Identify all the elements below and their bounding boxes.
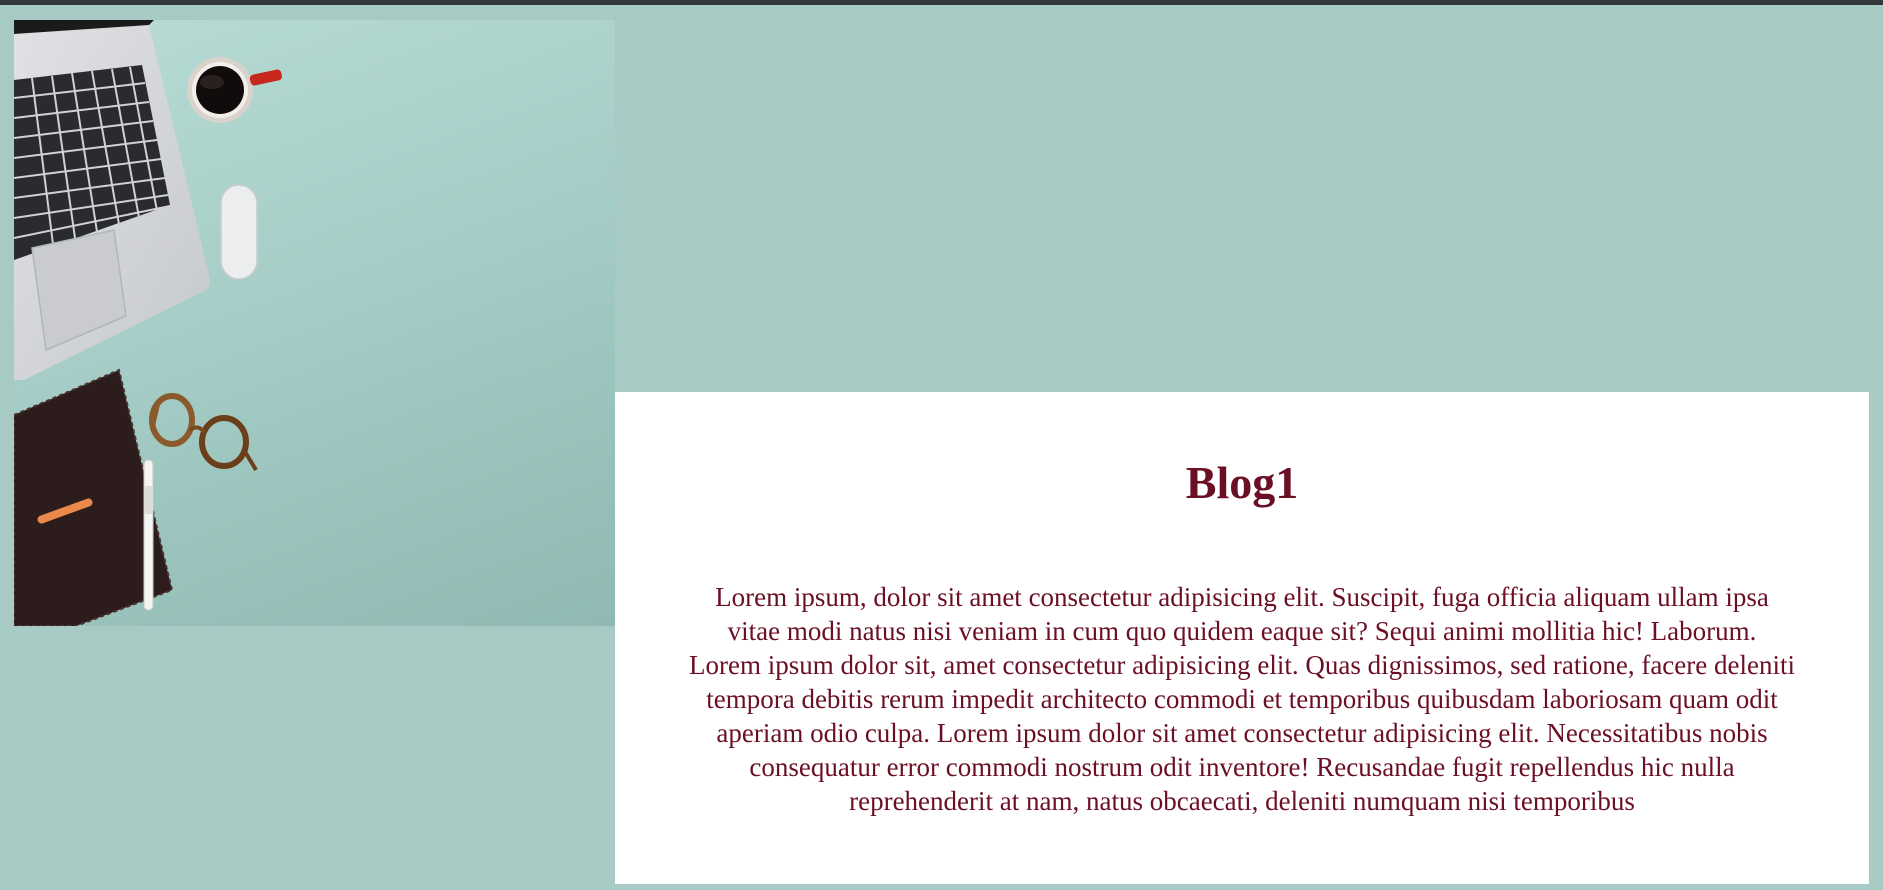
- pen-icon: [143, 459, 154, 611]
- blog-title: Blog1: [1185, 457, 1299, 508]
- window-top-bar: [0, 0, 1883, 5]
- coffee-cup-icon: [187, 57, 282, 123]
- mouse-icon: [220, 184, 258, 280]
- hero-desk-image: [14, 20, 615, 626]
- blog-body-text: Lorem ipsum, dolor sit amet consectetur …: [689, 582, 1795, 816]
- glasses-icon: [149, 393, 258, 472]
- blog-card: Blog1 Lorem ipsum, dolor sit amet consec…: [615, 392, 1869, 884]
- laptop-icon: [14, 20, 211, 380]
- desk-illustration: [14, 20, 282, 626]
